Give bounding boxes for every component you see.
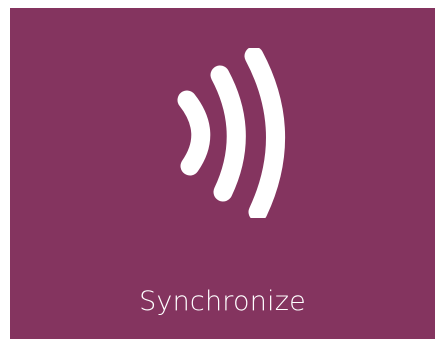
sync-waves-icon: [175, 48, 305, 218]
sync-waves: [177, 48, 286, 218]
tile-label: Synchronize: [139, 286, 306, 317]
synchronize-tile[interactable]: Synchronize: [10, 8, 435, 339]
medium-wave: [210, 65, 246, 202]
large-wave: [244, 48, 286, 218]
small-wave: [177, 90, 211, 176]
